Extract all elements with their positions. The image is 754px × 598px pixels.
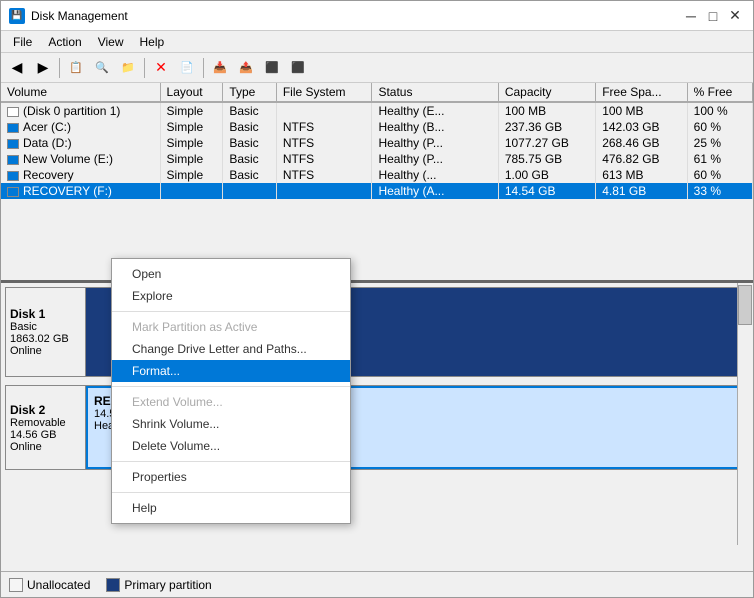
table-row-selected[interactable]: RECOVERY (F:) Healthy (A... 14.54 GB 4.8… bbox=[1, 183, 753, 199]
scrollbar-track[interactable] bbox=[737, 283, 753, 545]
disk1-type: Basic bbox=[10, 321, 81, 333]
window-title: Disk Management bbox=[31, 9, 128, 23]
toolbar-btn-7[interactable]: ⬛ bbox=[260, 56, 284, 80]
menu-action[interactable]: Action bbox=[40, 33, 89, 51]
disk1-size: 1863.02 GB bbox=[10, 333, 81, 345]
table-row[interactable]: Data (D:) Simple Basic NTFS Healthy (P..… bbox=[1, 135, 753, 151]
col-capacity[interactable]: Capacity bbox=[498, 83, 595, 102]
legend-box-unallocated bbox=[9, 578, 23, 592]
col-freespace[interactable]: Free Spa... bbox=[596, 83, 687, 102]
ctx-sep-1 bbox=[112, 311, 350, 312]
toolbar-sep-3 bbox=[203, 58, 204, 78]
legend-label-unallocated: Unallocated bbox=[27, 578, 90, 592]
ctx-sep-2 bbox=[112, 386, 350, 387]
disk1-status: Online bbox=[10, 345, 81, 357]
ctx-explore[interactable]: Explore bbox=[112, 285, 350, 307]
status-bar: Unallocated Primary partition bbox=[1, 571, 753, 597]
disk2-type: Removable bbox=[10, 417, 81, 429]
toolbar-btn-5[interactable]: 📥 bbox=[208, 56, 232, 80]
maximize-button[interactable]: □ bbox=[703, 6, 723, 26]
legend-unallocated: Unallocated bbox=[9, 578, 90, 592]
ctx-sep-4 bbox=[112, 492, 350, 493]
ctx-open[interactable]: Open bbox=[112, 263, 350, 285]
col-layout[interactable]: Layout bbox=[160, 83, 223, 102]
table-row[interactable]: Recovery Simple Basic NTFS Healthy (... … bbox=[1, 167, 753, 183]
toolbar-btn-1[interactable]: 📋 bbox=[64, 56, 88, 80]
table-row[interactable]: Acer (C:) Simple Basic NTFS Healthy (B..… bbox=[1, 119, 753, 135]
disk2-size: 14.56 GB bbox=[10, 429, 81, 441]
toolbar-btn-4[interactable]: 📄 bbox=[175, 56, 199, 80]
toolbar-sep-1 bbox=[59, 58, 60, 78]
close-button[interactable]: ✕ bbox=[725, 6, 745, 26]
menu-file[interactable]: File bbox=[5, 33, 40, 51]
ctx-shrink[interactable]: Shrink Volume... bbox=[112, 413, 350, 435]
window-controls: ─ □ ✕ bbox=[681, 6, 745, 26]
minimize-button[interactable]: ─ bbox=[681, 6, 701, 26]
volume-table: Volume Layout Type File System Status Ca… bbox=[1, 83, 753, 199]
main-content: Volume Layout Type File System Status Ca… bbox=[1, 83, 753, 571]
table-row[interactable]: (Disk 0 partition 1) Simple Basic Health… bbox=[1, 102, 753, 119]
ctx-extend: Extend Volume... bbox=[112, 391, 350, 413]
forward-button[interactable]: ▶ bbox=[31, 56, 55, 80]
col-volume[interactable]: Volume bbox=[1, 83, 160, 102]
ctx-delete[interactable]: Delete Volume... bbox=[112, 435, 350, 457]
disk2-status: Online bbox=[10, 441, 81, 453]
ctx-properties[interactable]: Properties bbox=[112, 466, 350, 488]
app-icon: 💾 bbox=[9, 8, 25, 24]
ctx-sep-3 bbox=[112, 461, 350, 462]
col-type[interactable]: Type bbox=[223, 83, 277, 102]
col-filesystem[interactable]: File System bbox=[276, 83, 372, 102]
toolbar-btn-3[interactable]: 📁 bbox=[116, 56, 140, 80]
disk1-label: Disk 1 Basic 1863.02 GB Online bbox=[6, 288, 86, 376]
title-bar: 💾 Disk Management ─ □ ✕ bbox=[1, 1, 753, 31]
ctx-change-drive[interactable]: Change Drive Letter and Paths... bbox=[112, 338, 350, 360]
cell-volume: (Disk 0 partition 1) bbox=[1, 102, 160, 119]
col-pctfree[interactable]: % Free bbox=[687, 83, 752, 102]
cell-volume-selected: RECOVERY (F:) bbox=[1, 183, 160, 199]
table-row[interactable]: New Volume (E:) Simple Basic NTFS Health… bbox=[1, 151, 753, 167]
ctx-mark-active: Mark Partition as Active bbox=[112, 316, 350, 338]
cell-volume: Data (D:) bbox=[1, 135, 160, 151]
legend-primary: Primary partition bbox=[106, 578, 211, 592]
delete-button[interactable]: ✕ bbox=[149, 56, 173, 80]
context-menu: Open Explore Mark Partition as Active Ch… bbox=[111, 258, 351, 524]
disk-management-window: 💾 Disk Management ─ □ ✕ File Action View… bbox=[0, 0, 754, 598]
disk1-name: Disk 1 bbox=[10, 307, 81, 321]
menu-help[interactable]: Help bbox=[132, 33, 173, 51]
cell-volume: New Volume (E:) bbox=[1, 151, 160, 167]
disk2-name: Disk 2 bbox=[10, 403, 81, 417]
toolbar: ◀ ▶ 📋 🔍 📁 ✕ 📄 📥 📤 ⬛ ⬛ bbox=[1, 53, 753, 83]
volume-table-container[interactable]: Volume Layout Type File System Status Ca… bbox=[1, 83, 753, 283]
menu-view[interactable]: View bbox=[90, 33, 132, 51]
col-status[interactable]: Status bbox=[372, 83, 498, 102]
ctx-help[interactable]: Help bbox=[112, 497, 350, 519]
scrollbar-thumb[interactable] bbox=[738, 285, 752, 325]
toolbar-btn-8[interactable]: ⬛ bbox=[286, 56, 310, 80]
title-bar-left: 💾 Disk Management bbox=[9, 8, 128, 24]
toolbar-sep-2 bbox=[144, 58, 145, 78]
toolbar-btn-2[interactable]: 🔍 bbox=[90, 56, 114, 80]
back-button[interactable]: ◀ bbox=[5, 56, 29, 80]
ctx-format[interactable]: Format... bbox=[112, 360, 350, 382]
disk2-label: Disk 2 Removable 14.56 GB Online bbox=[6, 386, 86, 469]
cell-volume: Acer (C:) bbox=[1, 119, 160, 135]
legend-box-primary bbox=[106, 578, 120, 592]
toolbar-btn-6[interactable]: 📤 bbox=[234, 56, 258, 80]
legend-label-primary: Primary partition bbox=[124, 578, 211, 592]
cell-volume: Recovery bbox=[1, 167, 160, 183]
menu-bar: File Action View Help bbox=[1, 31, 753, 53]
